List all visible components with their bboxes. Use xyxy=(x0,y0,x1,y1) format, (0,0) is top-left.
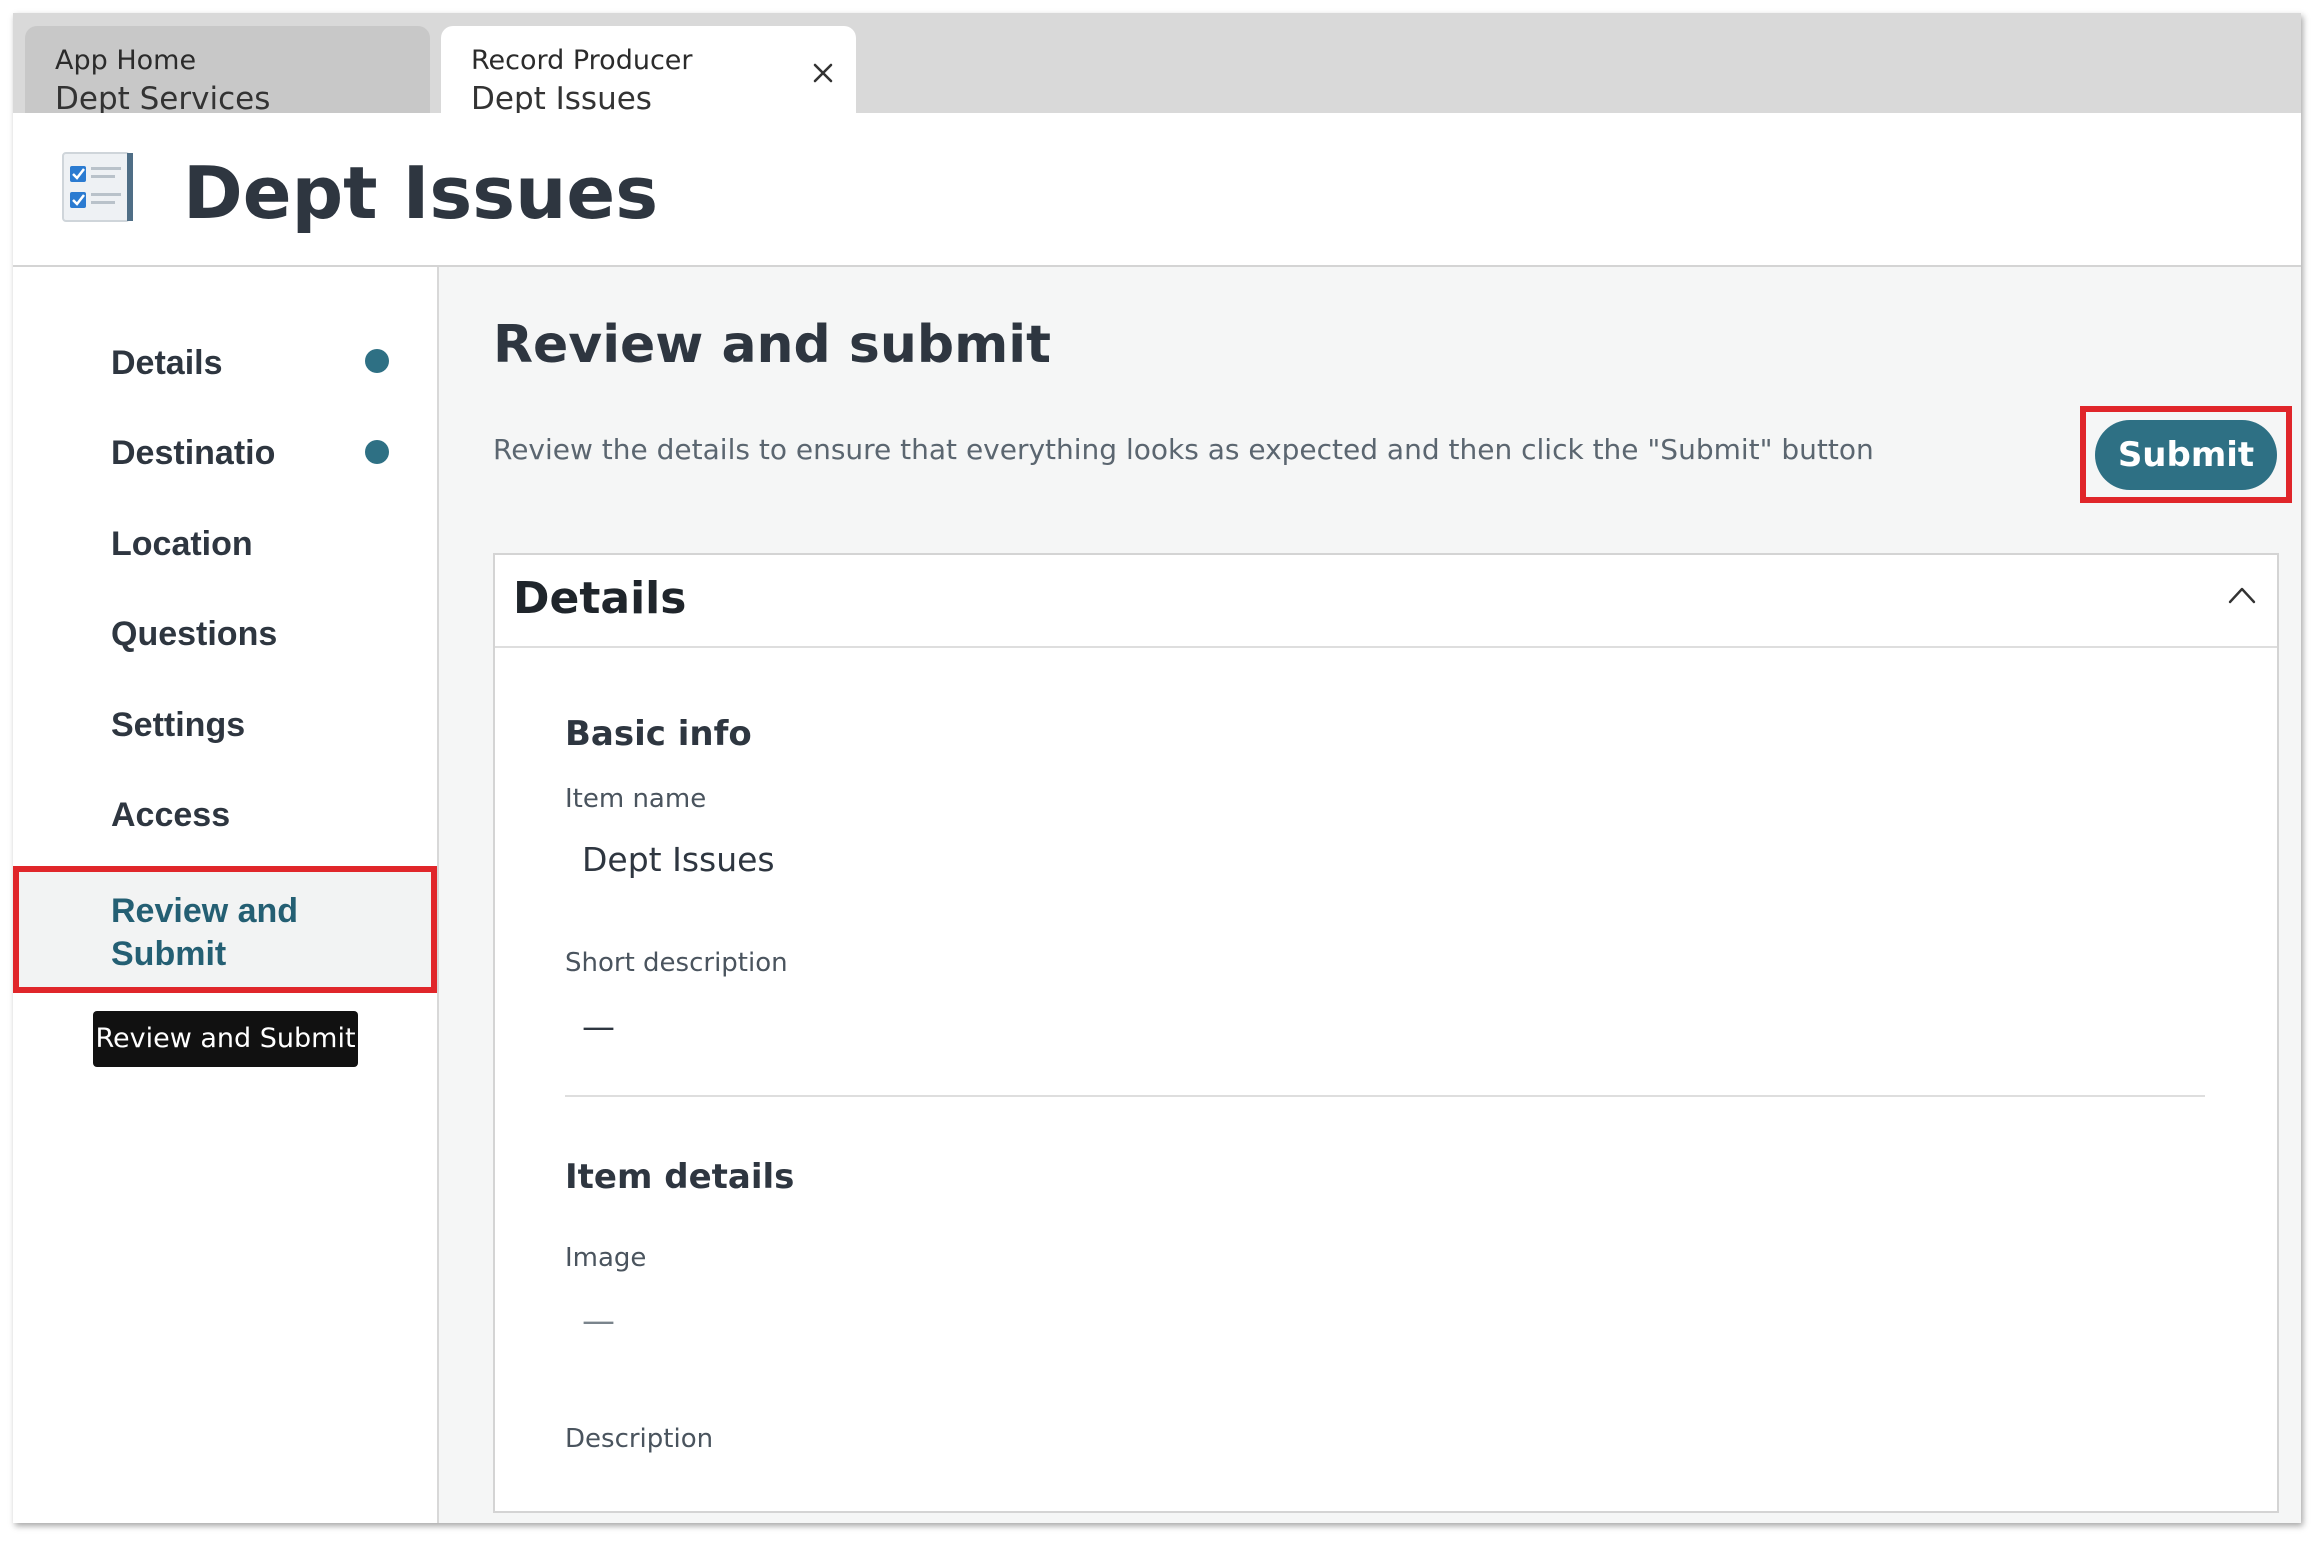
main-content: Review and submit Review the details to … xyxy=(439,267,2301,1523)
short-description-value: — xyxy=(582,1007,615,1046)
item-details-heading: Item details xyxy=(565,1157,795,1197)
sidebar-item-access[interactable]: Access xyxy=(111,794,230,837)
image-value: — xyxy=(582,1301,615,1340)
sidebar-item-questions[interactable]: Questions xyxy=(111,613,277,656)
panel-header[interactable]: Details xyxy=(495,555,2277,648)
completed-dot-icon xyxy=(365,349,389,373)
item-name-value: Dept Issues xyxy=(582,840,775,879)
details-panel: Details Basic info Item name Dept Issues… xyxy=(493,553,2279,1513)
description-label: Description xyxy=(565,1424,714,1454)
sidebar-item-details[interactable]: Details xyxy=(111,342,223,385)
image-label: Image xyxy=(565,1243,647,1273)
tab-strip: App Home Dept Services Record Producer D… xyxy=(13,13,2301,117)
item-name-label: Item name xyxy=(565,784,707,814)
chevron-up-icon[interactable] xyxy=(2227,585,2257,609)
close-icon[interactable] xyxy=(806,56,840,90)
tab-kicker: App Home xyxy=(55,45,197,76)
submit-highlight: Submit xyxy=(2080,406,2292,503)
sidebar-item-location[interactable]: Location xyxy=(111,523,253,566)
tab-kicker: Record Producer xyxy=(471,45,693,76)
section-divider xyxy=(565,1095,2205,1097)
app-window: App Home Dept Services Record Producer D… xyxy=(13,13,2301,1523)
page-header: Dept Issues xyxy=(13,113,2301,267)
short-description-label: Short description xyxy=(565,948,788,978)
submit-button[interactable]: Submit xyxy=(2095,420,2277,490)
sidebar-item-destination[interactable]: Destinatio xyxy=(111,432,275,475)
instructions-text: Review the details to ensure that everyt… xyxy=(493,433,1874,466)
completed-dot-icon xyxy=(365,440,389,464)
panel-title: Details xyxy=(513,573,687,624)
tab-app-home[interactable]: App Home Dept Services xyxy=(25,26,430,117)
basic-info-heading: Basic info xyxy=(565,714,752,754)
section-title: Review and submit xyxy=(493,315,1051,375)
tab-record-producer[interactable]: Record Producer Dept Issues xyxy=(441,26,856,117)
checklist-icon xyxy=(61,149,141,233)
sidebar-item-review-and-submit[interactable]: Review and Submit xyxy=(13,866,437,993)
sidebar-item-settings[interactable]: Settings xyxy=(111,704,245,747)
tooltip: Review and Submit xyxy=(93,1011,358,1067)
sidebar-nav: Details Destinatio Location Questions Se… xyxy=(13,267,439,1523)
page-title: Dept Issues xyxy=(183,151,659,235)
sidebar-item-label: Review and Submit xyxy=(111,892,299,973)
